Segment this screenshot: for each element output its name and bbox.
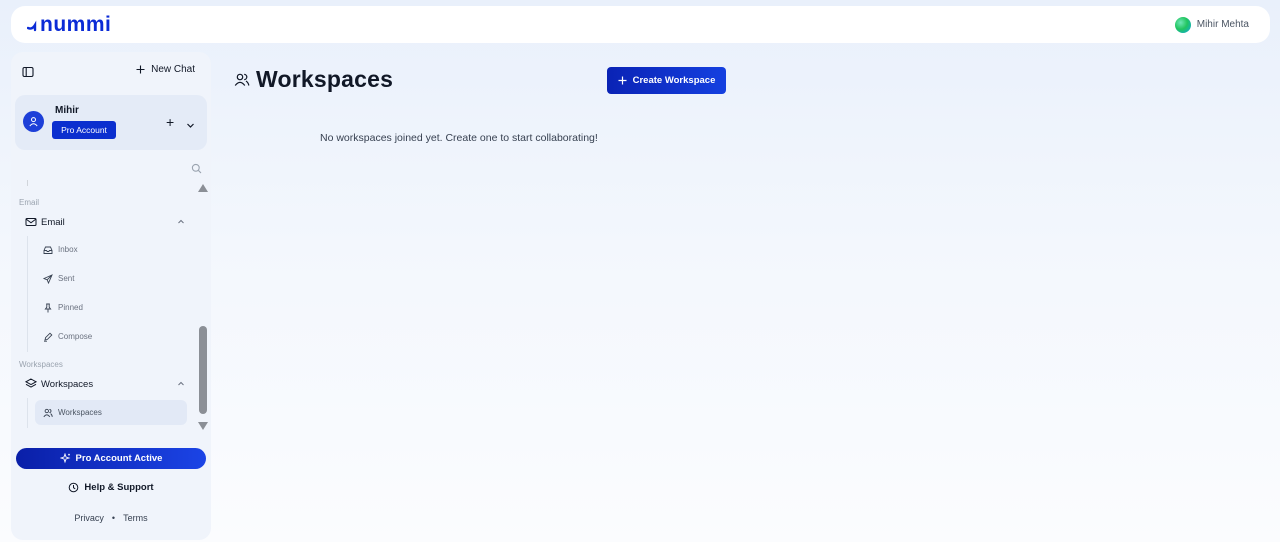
- plus-icon: [618, 76, 627, 85]
- workspaces-tree-line: [27, 398, 28, 428]
- terms-link[interactable]: Terms: [123, 513, 148, 523]
- chevron-up-icon: [178, 219, 184, 224]
- user-menu[interactable]: Mihir Mehta: [1174, 16, 1249, 33]
- sidebar-item-workspaces[interactable]: Workspaces: [35, 400, 187, 425]
- scroll-up-icon[interactable]: [198, 184, 208, 192]
- plus-icon: [136, 65, 145, 74]
- scroll-down-icon[interactable]: [198, 422, 208, 430]
- sidebar-scrollbar[interactable]: [197, 180, 209, 430]
- inbox-icon: [43, 246, 53, 254]
- pen-icon: [44, 332, 53, 342]
- sidebar-item-pinned[interactable]: Pinned: [35, 295, 187, 320]
- search-icon[interactable]: [191, 161, 202, 179]
- send-icon: [43, 273, 53, 284]
- users-icon: [234, 73, 250, 86]
- logo-swoosh-icon: [27, 20, 37, 31]
- pro-account-badge: Pro Account: [52, 121, 116, 139]
- legal-links: Privacy • Terms: [11, 512, 211, 524]
- add-account-icon[interactable]: +: [166, 115, 174, 129]
- page-title: Workspaces: [256, 66, 394, 92]
- clock-icon: [69, 482, 79, 492]
- pro-account-active-label: Pro Account Active: [75, 453, 163, 464]
- logo[interactable]: nummi: [27, 6, 111, 43]
- section-label-email: Email: [19, 198, 40, 207]
- create-workspace-button[interactable]: Create Workspace: [607, 67, 726, 94]
- chevron-down-icon[interactable]: [186, 117, 195, 135]
- scroll-thumb[interactable]: [199, 326, 207, 414]
- new-chat-label: New Chat: [151, 64, 195, 75]
- sparkle-icon: [59, 453, 70, 464]
- empty-state-message: No workspaces joined yet. Create one to …: [320, 132, 598, 144]
- user-avatar: [1174, 16, 1191, 33]
- brand-name: nummi: [40, 13, 112, 36]
- users-icon: [43, 408, 53, 417]
- group-workspaces[interactable]: Workspaces: [25, 376, 185, 392]
- create-workspace-label: Create Workspace: [632, 75, 716, 86]
- sidebar-item-sent[interactable]: Sent: [35, 266, 187, 291]
- chevron-up-icon: [178, 381, 184, 386]
- toggle-sidebar-icon[interactable]: [22, 65, 36, 79]
- nav-line: [27, 180, 28, 186]
- account-card[interactable]: Mihir Pro Account +: [15, 95, 207, 150]
- sidebar-item-sent-label: Sent: [58, 274, 75, 283]
- group-workspaces-label: Workspaces: [41, 378, 94, 390]
- privacy-link[interactable]: Privacy: [74, 513, 104, 523]
- pin-icon: [44, 303, 52, 312]
- legal-separator: •: [111, 513, 116, 523]
- help-support-link[interactable]: Help & Support: [11, 480, 211, 494]
- sidebar-item-inbox[interactable]: Inbox: [35, 237, 187, 262]
- sidebar-item-compose[interactable]: Compose: [35, 324, 187, 349]
- pro-account-active-button[interactable]: Pro Account Active: [16, 448, 206, 469]
- user-icon: [29, 117, 38, 127]
- sidebar-item-compose-label: Compose: [58, 332, 93, 341]
- account-avatar: [23, 111, 44, 132]
- sidebar-nav: Email Email Inbox Sent Pinned Compose Wo…: [11, 178, 197, 432]
- new-chat-button[interactable]: New Chat: [136, 64, 195, 75]
- help-support-label: Help & Support: [84, 481, 154, 493]
- user-name: Mihir Mehta: [1196, 19, 1249, 30]
- group-email[interactable]: Email: [25, 214, 185, 230]
- sidebar-item-inbox-label: Inbox: [58, 245, 78, 254]
- sidebar-top: New Chat: [11, 60, 211, 84]
- page-header: Workspaces: [234, 66, 393, 93]
- group-email-label: Email: [41, 216, 65, 228]
- sidebar: New Chat Mihir Pro Account + Email Email…: [11, 52, 211, 540]
- mail-icon: [25, 218, 37, 226]
- section-label-workspaces: Workspaces: [19, 360, 63, 369]
- sidebar-item-workspaces-label: Workspaces: [58, 408, 102, 417]
- account-name: Mihir: [55, 105, 79, 116]
- email-tree-line: [27, 236, 28, 352]
- top-bar: nummi Mihir Mehta: [11, 6, 1270, 43]
- sidebar-item-pinned-label: Pinned: [58, 303, 83, 312]
- layers-icon: [25, 378, 37, 388]
